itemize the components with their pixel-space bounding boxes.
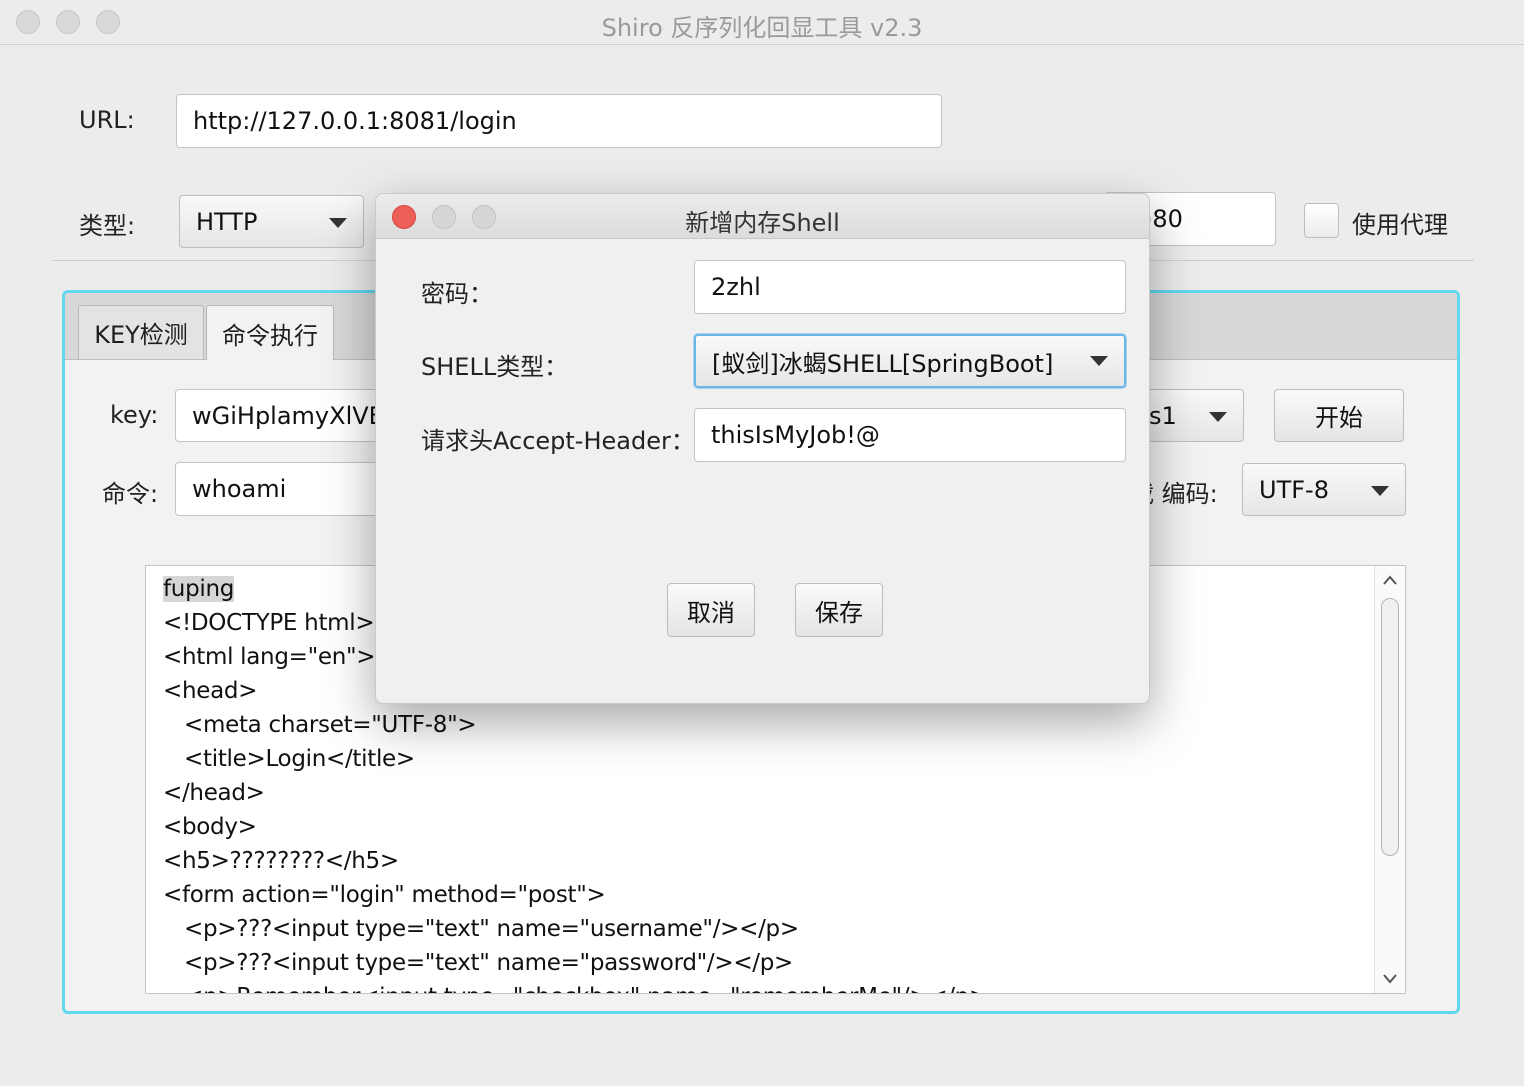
proxy-checkbox[interactable]	[1304, 203, 1339, 238]
output-line: <p>???<input type="text" name="password"…	[163, 950, 794, 976]
output-line: <form action="login" method="post">	[163, 882, 606, 908]
accept-header-label: 请求头Accept-Header：	[421, 427, 695, 455]
type-select[interactable]: HTTP	[179, 195, 364, 248]
scrollbar-thumb[interactable]	[1381, 598, 1399, 856]
shell-type-label: SHELL类型：	[421, 353, 569, 381]
type-select-value: HTTP	[196, 207, 258, 236]
output-line: <meta charset="UTF-8">	[163, 712, 477, 738]
output-line: <html lang="en">	[163, 644, 376, 670]
new-memory-shell-dialog: 新增内存Shell 密码： 2zhl SHELL类型： [蚁剑]冰蝎SHELL[…	[375, 193, 1150, 704]
dialog-title: 新增内存Shell	[685, 209, 840, 237]
command-input[interactable]: whoami	[175, 462, 395, 516]
type-label: 类型:	[79, 212, 136, 240]
key-label: key:	[110, 401, 159, 429]
command-label: 命令:	[102, 480, 159, 508]
vertical-scrollbar[interactable]	[1374, 566, 1405, 993]
shell-type-select[interactable]: [蚁剑]冰蝎SHELL[SpringBoot]	[694, 334, 1126, 388]
output-line: fuping	[163, 576, 235, 602]
output-line: <p>???<input type="text" name="username"…	[163, 916, 799, 942]
proxy-label: 使用代理	[1352, 211, 1448, 239]
encoding-select[interactable]: UTF-8	[1242, 463, 1406, 516]
password-label: 密码：	[421, 280, 493, 308]
chevron-up-icon[interactable]	[1382, 574, 1398, 586]
cancel-button[interactable]: 取消	[667, 583, 755, 637]
window-title: Shiro 反序列化回显工具 v2.3	[601, 14, 923, 42]
url-label: URL:	[79, 106, 135, 134]
output-line: <!DOCTYPE html>	[163, 610, 375, 636]
chevron-down-icon	[1371, 486, 1389, 496]
gadget-select-value: s1	[1149, 401, 1177, 430]
chevron-down-icon	[1209, 412, 1227, 422]
key-input[interactable]: wGiHplamyXlVB	[175, 389, 395, 442]
dialog-titlebar: 新增内存Shell	[376, 194, 1149, 239]
output-line: <p>Remember<input type="checkbox" name="…	[163, 984, 988, 993]
encoding-select-value: UTF-8	[1259, 475, 1329, 504]
output-line: <head>	[163, 678, 258, 704]
output-line: <body>	[163, 814, 257, 840]
chevron-down-icon	[329, 218, 347, 228]
output-line: <title>Login</title>	[163, 746, 415, 772]
window-titlebar: Shiro 反序列化回显工具 v2.3	[0, 0, 1524, 45]
chevron-down-icon	[1090, 356, 1108, 366]
url-input[interactable]: http://127.0.0.1:8081/login	[176, 94, 942, 148]
password-input[interactable]: 2zhl	[694, 260, 1126, 314]
tab-command-exec[interactable]: 命令执行	[206, 305, 334, 360]
chevron-down-icon[interactable]	[1382, 973, 1398, 985]
output-line: </head>	[163, 780, 265, 806]
save-button[interactable]: 保存	[795, 583, 883, 637]
accept-header-input[interactable]: thisIsMyJob!@	[694, 408, 1126, 462]
output-line: <h5>????????</h5>	[163, 848, 399, 874]
shell-type-select-value: [蚁剑]冰蝎SHELL[SpringBoot]	[712, 349, 1054, 378]
tab-key-check[interactable]: KEY检测	[78, 305, 204, 359]
start-button[interactable]: 开始	[1274, 389, 1404, 442]
